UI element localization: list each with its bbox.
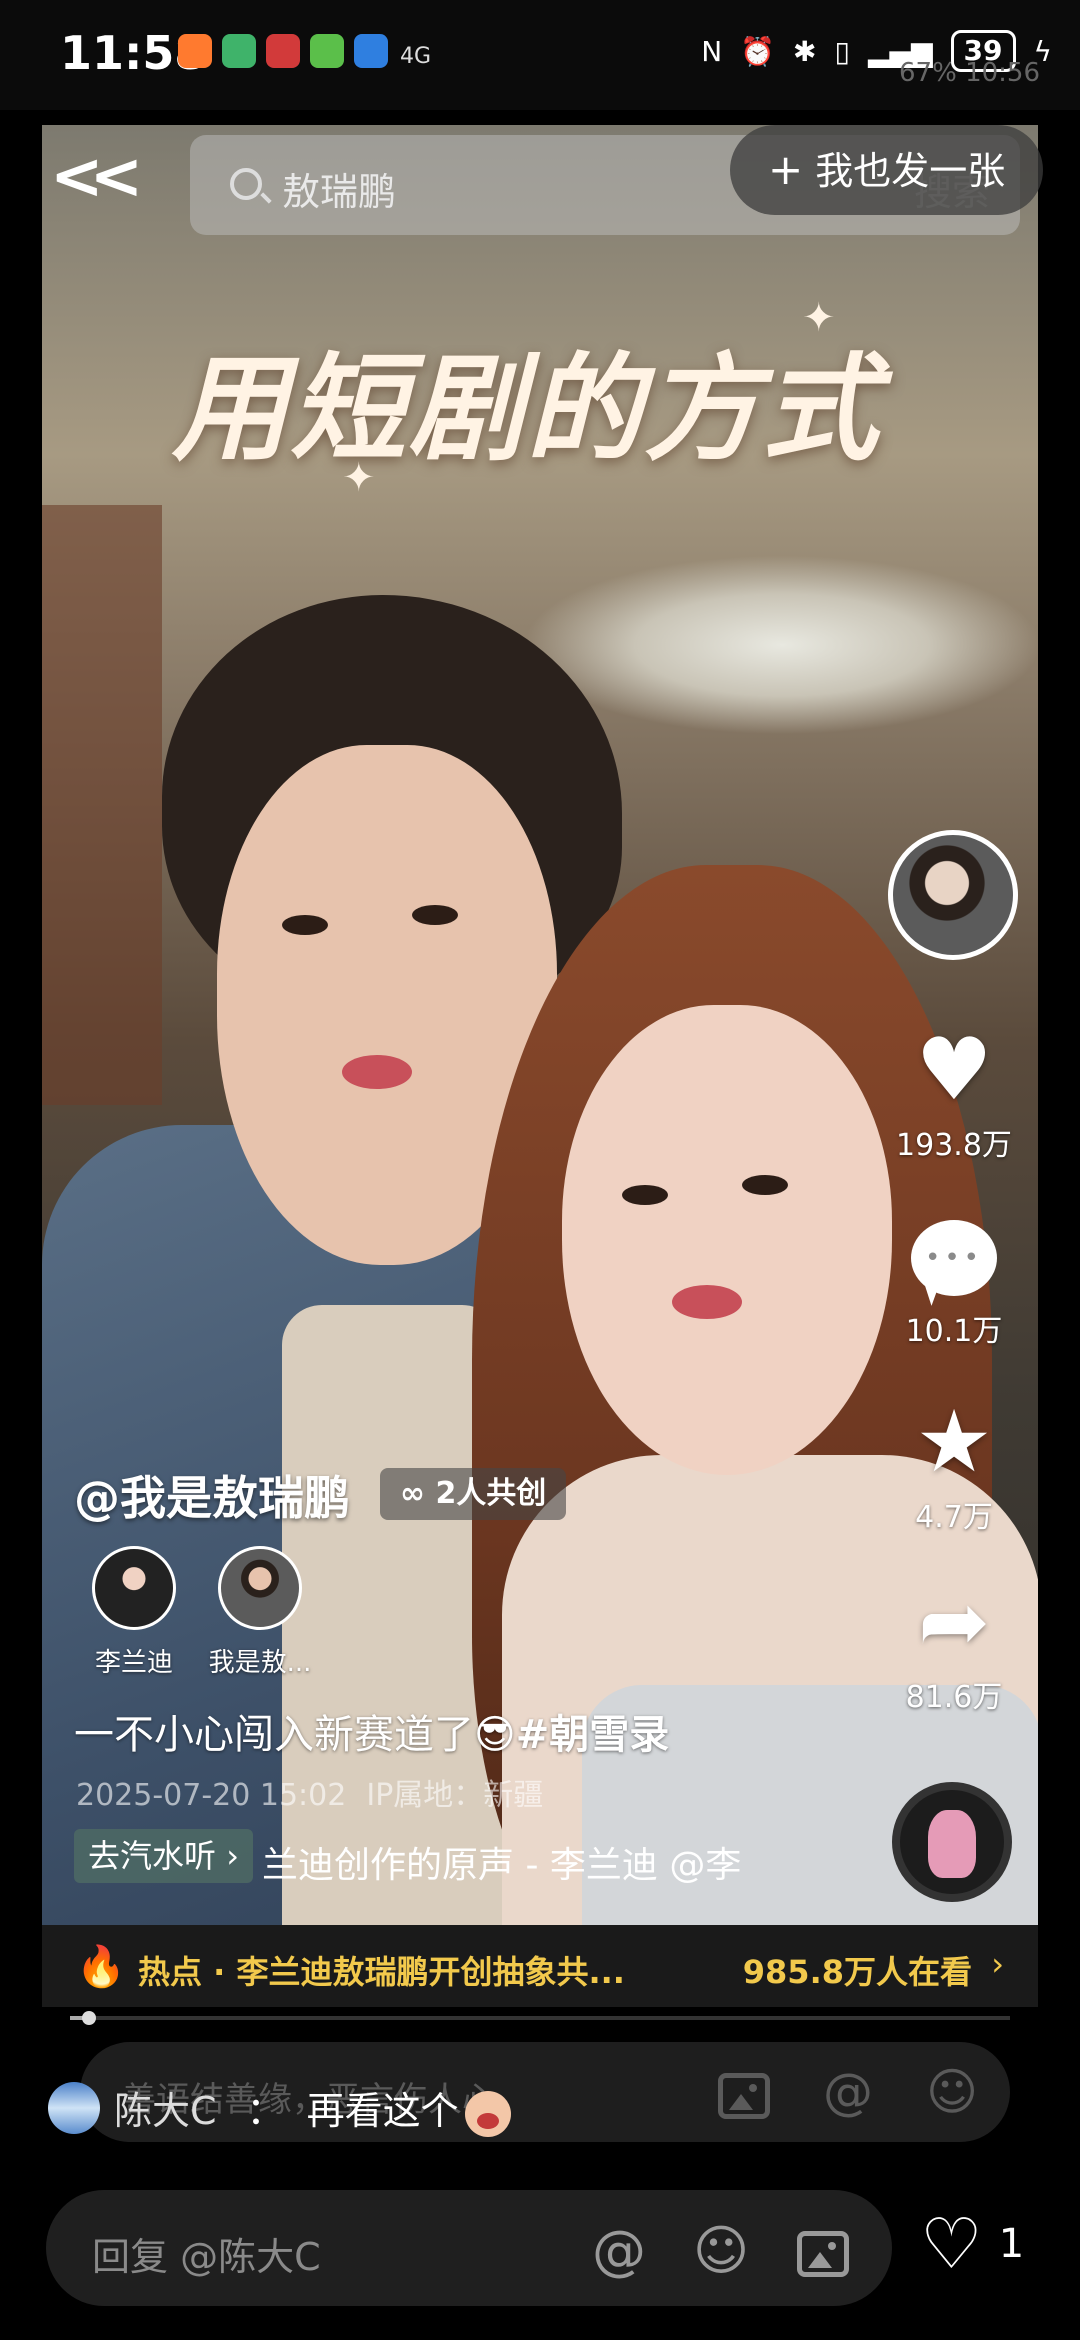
caption-text: 一不小心闯入新赛道了 xyxy=(74,1712,474,1758)
fire-icon: 🔥 xyxy=(76,1944,126,1990)
eye xyxy=(742,1175,788,1195)
hot-topic-text: 热点 · 李兰迪敖瑞鹏开创抽象共... xyxy=(138,1953,625,1991)
emoji-icon[interactable]: ☺ xyxy=(924,2064,980,2120)
app-notification-icon xyxy=(354,34,388,68)
co-creator-name: 李兰迪 xyxy=(94,1648,173,1678)
video-overlay-title: 用短剧的方式 xyxy=(172,341,880,477)
image-icon[interactable] xyxy=(716,2064,772,2120)
notification-icons xyxy=(178,34,388,68)
soda-music-label: 去汽水听 xyxy=(88,1837,217,1875)
author-name[interactable]: @我是敖瑞鹏 xyxy=(74,1462,350,1528)
heart-outline-icon: ♡ xyxy=(920,2203,983,2285)
music-title[interactable]: 兰迪创作的原声 - 李兰迪 @李 xyxy=(262,1836,782,1888)
like-count: 193.8万 xyxy=(896,1128,1012,1163)
chevron-right-icon: › xyxy=(991,1945,1004,1983)
reply-input[interactable]: 回复 @陈大C @ ☺ xyxy=(46,2190,892,2306)
app-notification-icon xyxy=(266,34,300,68)
image-icon[interactable] xyxy=(792,2220,854,2282)
person-right-face xyxy=(562,1005,892,1475)
lips xyxy=(342,1055,412,1089)
like-action[interactable]: ♥ 193.8万 xyxy=(884,1020,1024,1164)
share-arrow-icon: ➦ xyxy=(917,1572,991,1672)
cocreate-label: 2人共创 xyxy=(435,1476,547,1511)
reply-like-button[interactable]: ♡ 1 xyxy=(920,2204,1024,2284)
status-bar: 11:58 4G N ⏰ ✱ ▯ ▂▄▆ 39 ϟ 67% 10:56 xyxy=(0,0,1080,110)
background-wall xyxy=(42,505,162,1105)
cocreate-badge[interactable]: ∞ 2人共创 xyxy=(380,1468,567,1520)
eye xyxy=(282,915,328,935)
co-creator[interactable]: 我是敖... xyxy=(200,1546,320,1679)
star-icon: ★ xyxy=(915,1392,993,1492)
app-notification-icon xyxy=(222,34,256,68)
video-meta: 2025-07-20 15:02 IP属地：新疆 xyxy=(76,1770,563,1814)
commenter-name[interactable]: 陈大C xyxy=(114,2080,217,2135)
status-ghost-text: 67% 10:56 xyxy=(899,58,1040,88)
author-avatar[interactable] xyxy=(888,830,1018,960)
app-notification-icon xyxy=(178,34,212,68)
comment-count: 10.1万 xyxy=(905,1314,1003,1349)
co-creator[interactable]: 李兰迪 xyxy=(74,1546,194,1679)
co-creator-avatar xyxy=(92,1546,176,1630)
post-too-label: 我也发一张 xyxy=(815,149,1006,193)
favorite-count: 4.7万 xyxy=(915,1500,993,1535)
commenter-avatar[interactable] xyxy=(48,2081,100,2134)
caption-emoji: 😎 xyxy=(474,1712,516,1758)
alarm-icon: ⏰ xyxy=(740,34,776,68)
eye xyxy=(412,905,458,925)
vibrate-icon: ▯ xyxy=(834,34,850,68)
bluetooth-icon: ✱ xyxy=(793,34,817,68)
reply-like-count: 1 xyxy=(998,2221,1025,2267)
comment-text: 再看这个 xyxy=(306,2089,459,2133)
share-count: 81.6万 xyxy=(905,1680,1003,1715)
chevron-right-icon: › xyxy=(226,1837,239,1875)
app-notification-icon xyxy=(310,34,344,68)
caption-hashtag[interactable]: #朝雪录 xyxy=(516,1712,670,1758)
soda-music-button[interactable]: 去汽水听 › xyxy=(74,1829,253,1883)
comment-separator: ： xyxy=(246,2089,285,2133)
search-icon xyxy=(230,168,262,200)
hot-topic-bar[interactable]: 🔥 热点 · 李兰迪敖瑞鹏开创抽象共... 985.8万人在看 › xyxy=(42,1925,1038,2007)
comment-tools: @ ☺ xyxy=(716,2064,980,2120)
video-progress-bar[interactable] xyxy=(70,2011,1010,2025)
screen: 11:58 4G N ⏰ ✱ ▯ ▂▄▆ 39 ϟ 67% 10:56 用短剧的… xyxy=(0,0,1080,2340)
co-creator-name: 我是敖... xyxy=(208,1648,312,1678)
ip-location: IP属地：新疆 xyxy=(366,1778,544,1813)
at-icon[interactable]: @ xyxy=(588,2220,650,2282)
background-ceiling-light xyxy=(522,555,1038,735)
co-creator-avatar xyxy=(218,1546,302,1630)
nfc-icon: N xyxy=(701,34,723,68)
emoji-icon[interactable]: ☺ xyxy=(690,2220,752,2282)
comment-icon: ••• xyxy=(884,1206,1024,1306)
sparkle-icon: ✦ xyxy=(342,455,376,501)
back-icon[interactable]: << xyxy=(50,140,143,214)
chat-comment: 陈大C ： 再看这个 xyxy=(48,2080,511,2137)
screaming-face-sticker xyxy=(464,2090,511,2137)
favorite-action[interactable]: ★ 4.7万 xyxy=(884,1392,1024,1536)
at-icon[interactable]: @ xyxy=(820,2064,876,2120)
eye xyxy=(622,1185,668,1205)
sparkle-icon: ✦ xyxy=(802,295,836,341)
share-action[interactable]: ➦ 81.6万 xyxy=(884,1572,1024,1716)
plus-icon: + xyxy=(768,145,804,194)
comment-action[interactable]: ••• 10.1万 xyxy=(884,1206,1024,1350)
heart-icon: ♥ xyxy=(915,1020,993,1120)
music-disc[interactable] xyxy=(892,1782,1012,1902)
post-date: 2025-07-20 15:02 xyxy=(76,1778,347,1813)
signal-label: 4G xyxy=(400,44,432,69)
infinity-icon: ∞ xyxy=(400,1476,436,1511)
reply-tools: @ ☺ xyxy=(588,2220,854,2282)
search-query: 敖瑞鹏 xyxy=(282,170,397,214)
post-too-button[interactable]: + 我也发一张 xyxy=(730,125,1044,215)
lips xyxy=(672,1285,742,1319)
reply-placeholder: 回复 @陈大C xyxy=(92,2235,321,2279)
progress-handle[interactable] xyxy=(82,2011,96,2025)
hot-viewers: 985.8万人在看 xyxy=(742,1953,972,1991)
video-caption: 一不小心闯入新赛道了😎#朝雪录 xyxy=(74,1702,669,1760)
